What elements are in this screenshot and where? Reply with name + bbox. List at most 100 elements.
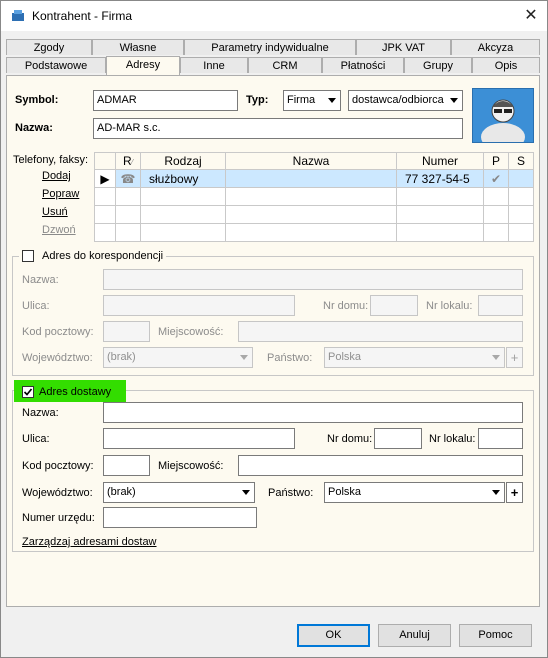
app-icon [12,10,24,21]
dost-nr-domu-label: Nr domu: [327,433,373,445]
kor-wojewodztwo-label: Województwo: [22,352,93,364]
cell-p-check-icon[interactable]: ✔ [483,169,509,188]
dost-nr-domu-input[interactable] [374,428,422,449]
column-header-s[interactable]: S [508,152,534,170]
dost-miejscowosc-input[interactable] [238,455,523,476]
tab-crm[interactable]: CRM [248,57,322,73]
column-header-r[interactable]: R⁄ [115,152,141,170]
close-icon[interactable]: ✕ [520,5,542,27]
phone-handset-icon: ☎ [115,169,141,188]
column-header-p[interactable]: P [483,152,509,170]
table-row[interactable]: ▶ ☎ służbowy 77 327-54-5 ✔ [94,169,534,188]
dost-ulica-label: Ulica: [22,433,50,445]
table-row[interactable] [94,223,534,242]
kor-nr-domu-label: Nr domu: [323,300,369,312]
dialog-window: Kontrahent - Firma ✕ Zgody Własne Parame… [0,0,548,658]
tab-akcyza[interactable]: Akcyza [451,39,540,55]
dost-wojewodztwo-label: Województwo: [22,487,93,499]
kor-kod-input[interactable] [103,321,150,342]
help-button[interactable]: Pomoc [459,624,532,647]
kor-nazwa-input[interactable] [103,269,523,290]
cell-s[interactable] [508,169,534,188]
dostawa-checkbox[interactable] [22,386,34,398]
kor-panstwo-value: Polska [328,351,362,363]
tab-platnosci[interactable]: Płatności [322,57,404,73]
dost-nazwa-label: Nazwa: [22,407,59,419]
kor-ulica-input[interactable] [103,295,295,316]
table-row[interactable] [94,187,534,206]
table-header: R⁄ Rodzaj Nazwa Numer P S [94,152,534,170]
tab-label: Akcyza [477,42,514,54]
kor-kod-label: Kod pocztowy: [22,326,94,338]
tab-adresy[interactable]: Adresy [106,56,180,75]
chevron-down-icon [492,355,500,360]
dost-numer-urzedu-label: Numer urzędu: [22,512,95,524]
kor-wojewodztwo-select[interactable]: (brak) [103,347,253,368]
phone-add-link[interactable]: Dodaj [42,170,71,182]
dost-panstwo-label: Państwo: [268,487,314,499]
korespondencja-checkbox[interactable] [22,250,34,262]
kor-add-country-icon[interactable]: + [506,347,523,368]
chevron-down-icon [242,490,250,495]
typ-label: Typ: [246,94,269,106]
tab-label: CRM [272,60,298,72]
nazwa-input[interactable]: AD-MAR s.c. [93,118,463,139]
column-label: R [122,154,132,168]
phones-label: Telefony, faksy: [13,154,88,166]
dost-panstwo-value: Polska [328,486,362,498]
column-header-selector [94,152,116,170]
role-select[interactable]: dostawca/odbiorca [348,90,463,111]
chevron-down-icon [492,490,500,495]
tab-panel-adresy: Symbol: ADMAR Typ: Firma dostawca/odbior… [6,75,540,607]
tab-label: Opis [494,60,518,72]
cell-rodzaj: służbowy [140,169,226,188]
manage-delivery-addresses-link[interactable]: Zarządzaj adresami dostaw [22,536,157,548]
tab-opis[interactable]: Opis [472,57,540,73]
dost-panstwo-select[interactable]: Polska [324,482,505,503]
dost-kod-input[interactable] [103,455,150,476]
kor-nr-lokalu-input[interactable] [478,295,523,316]
tab-inne[interactable]: Inne [180,57,248,73]
tab-grupy[interactable]: Grupy [404,57,472,73]
dost-ulica-input[interactable] [103,428,295,449]
nazwa-label: Nazwa: [15,122,53,134]
tab-parametry[interactable]: Parametry indywidualne [184,39,356,55]
cancel-button[interactable]: Anuluj [378,624,451,647]
symbol-input[interactable]: ADMAR [93,90,238,111]
tab-wlasne[interactable]: Własne [92,39,184,55]
column-header-rodzaj[interactable]: Rodzaj [140,152,226,170]
symbol-label: Symbol: [15,94,59,106]
phone-call-link[interactable]: Dzwoń [42,224,76,236]
cell-nazwa [225,169,397,188]
phone-delete-link[interactable]: Usuń [42,206,68,218]
dost-miejscowosc-label: Miejscowość: [158,460,224,472]
tab-label: Grupy [423,60,453,72]
phone-edit-link[interactable]: Popraw [42,188,79,200]
cell-numer: 77 327-54-5 [396,169,484,188]
phones-table[interactable]: R⁄ Rodzaj Nazwa Numer P S ▶ ☎ służbowy 7… [94,152,534,242]
dost-numer-urzedu-input[interactable] [103,507,257,528]
tab-zgody[interactable]: Zgody [6,39,92,55]
dost-nazwa-input[interactable] [103,402,523,423]
kor-miejscowosc-input[interactable] [238,321,523,342]
kor-nr-domu-input[interactable] [370,295,418,316]
kor-wojewodztwo-value: (brak) [107,351,136,363]
tab-podstawowe[interactable]: Podstawowe [6,57,106,73]
column-header-numer[interactable]: Numer [396,152,484,170]
dost-add-country-icon[interactable]: + [506,482,523,503]
typ-value: Firma [287,94,316,106]
typ-select[interactable]: Firma [283,90,341,111]
window-title: Kontrahent - Firma [32,9,133,23]
dost-wojewodztwo-select[interactable]: (brak) [103,482,255,503]
ok-button[interactable]: OK [297,624,370,647]
row-pointer-icon: ▶ [94,169,116,188]
tab-jpk-vat[interactable]: JPK VAT [356,39,451,55]
contact-avatar-icon[interactable] [472,88,534,151]
kor-nr-lokalu-label: Nr lokalu: [426,300,473,312]
column-header-nazwa[interactable]: Nazwa [225,152,397,170]
table-row[interactable] [94,205,534,224]
kor-ulica-label: Ulica: [22,300,50,312]
tab-label: Podstawowe [24,60,88,72]
kor-panstwo-select[interactable]: Polska [324,347,505,368]
dost-nr-lokalu-input[interactable] [478,428,523,449]
